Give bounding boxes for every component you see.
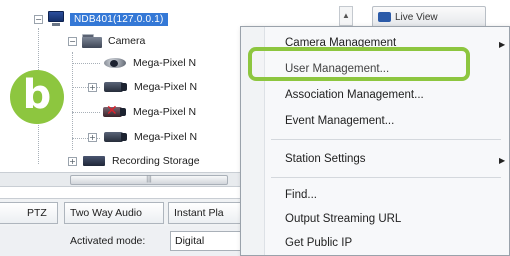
tree-node-camera[interactable]: ✕ Mega-Pixel N [100, 103, 196, 121]
menu-item-label: Station Settings [285, 153, 366, 165]
dome-camera-icon [100, 55, 128, 71]
tree-node-camera[interactable]: + Mega-Pixel N [88, 78, 197, 96]
activated-mode-select[interactable]: Digital [170, 231, 248, 251]
tree-connector [72, 52, 73, 150]
tree-node-recording-storage[interactable]: + Recording Storage [68, 152, 200, 170]
tree-node-camera[interactable]: Mega-Pixel N [100, 54, 196, 72]
live-view-label: Live View [395, 11, 438, 23]
menu-item-find[interactable]: Find... [285, 189, 317, 201]
tree-node-camera[interactable]: + Mega-Pixel N [88, 128, 197, 146]
menu-item-output-streaming-url[interactable]: Output Streaming URL [285, 213, 401, 225]
menu-item-event-management[interactable]: Event Management... [285, 115, 394, 127]
box-camera-icon [101, 80, 129, 94]
storage-label[interactable]: Recording Storage [112, 155, 200, 167]
menu-item-association-management[interactable]: Association Management... [285, 89, 424, 101]
tab-two-way-audio[interactable]: Two Way Audio [64, 202, 164, 224]
step-badge: b [10, 70, 64, 124]
camera-label[interactable]: Mega-Pixel N [133, 57, 196, 69]
submenu-arrow-icon: ▶ [499, 156, 506, 165]
expand-icon[interactable]: + [88, 132, 97, 142]
scrollbar-thumb[interactable]: ||| [70, 175, 228, 185]
tree-connector [72, 63, 100, 64]
server-label[interactable]: NDB401(127.0.0.1) [70, 12, 168, 26]
menu-separator [271, 177, 501, 178]
tree-node-server[interactable]: − NDB401(127.0.0.1) [34, 10, 168, 28]
storage-icon [81, 154, 107, 168]
activated-mode-bar: Activated mode: Digital [0, 226, 260, 256]
submenu-arrow-icon: ▶ [499, 40, 506, 49]
monitor-icon [47, 11, 65, 27]
expand-icon[interactable]: + [68, 156, 77, 166]
camera-folder-label[interactable]: Camera [108, 35, 145, 47]
camera-label[interactable]: Mega-Pixel N [134, 81, 197, 93]
menu-item-label: Output Streaming URL [285, 213, 402, 225]
box-camera-icon [101, 130, 129, 144]
horizontal-scrollbar[interactable]: ||| [0, 172, 260, 187]
camera-icon [378, 12, 391, 22]
menu-item-get-public-ip[interactable]: Get Public IP [285, 237, 352, 249]
menu-item-label: Get Public IP [285, 237, 353, 249]
camera-label[interactable]: Mega-Pixel N [133, 106, 196, 118]
tree-connector [72, 112, 100, 113]
activated-mode-label: Activated mode: [70, 235, 146, 247]
menu-item-label: Association Management... [285, 89, 424, 101]
live-view-button[interactable]: Live View [372, 6, 486, 28]
menu-item-station-settings[interactable]: Station Settings [285, 153, 366, 165]
tab-bar: PTZ Two Way Audio Instant Pla [0, 198, 260, 226]
tree-node-camera-folder[interactable]: − Camera [68, 32, 145, 50]
menu-item-label: Find... [285, 189, 317, 201]
menu-separator [271, 139, 501, 140]
camera-label[interactable]: Mega-Pixel N [134, 131, 197, 143]
expand-icon[interactable]: + [88, 82, 97, 92]
collapse-icon[interactable]: − [68, 36, 77, 46]
disconnected-camera-icon: ✕ [100, 103, 128, 119]
menu-item-label: Event Management... [285, 115, 395, 127]
folder-icon [81, 33, 103, 49]
highlight-frame [248, 47, 470, 81]
tab-ptz[interactable]: PTZ [0, 202, 58, 224]
collapse-icon[interactable]: − [34, 14, 43, 24]
scroll-up-button[interactable]: ▲ [339, 6, 353, 26]
